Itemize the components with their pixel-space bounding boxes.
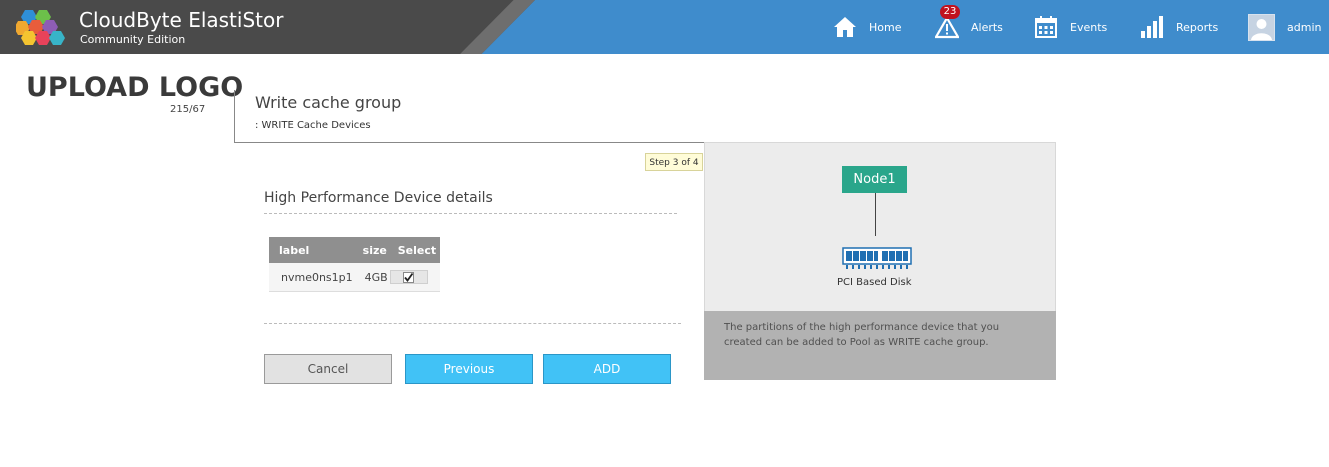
alerts-count-badge: 23 xyxy=(940,5,960,19)
bar-chart-icon xyxy=(1141,16,1163,38)
app-edition: Community Edition xyxy=(80,33,186,46)
nav-user[interactable]: admin xyxy=(1248,0,1321,54)
table-row: nvme0ns1p1 4GB xyxy=(269,263,440,292)
section-divider-bottom xyxy=(264,323,681,324)
nav-home[interactable]: Home xyxy=(833,0,901,54)
device-table: label size Select nvme0ns1p1 4GB xyxy=(269,237,440,292)
avatar-icon xyxy=(1248,13,1275,41)
upload-logo-link[interactable]: UPLOAD LOGO xyxy=(26,72,243,103)
column-header-label: label xyxy=(269,237,353,263)
add-button[interactable]: ADD xyxy=(543,354,671,384)
info-text: The partitions of the high performance d… xyxy=(724,322,1000,348)
nav-user-label: admin xyxy=(1287,20,1322,34)
column-header-select: Select xyxy=(387,237,440,263)
disk-label: PCI Based Disk xyxy=(837,277,912,288)
pci-disk-icon xyxy=(842,247,912,269)
wizard-subtitle: : WRITE Cache Devices xyxy=(255,120,371,131)
wizard-title: Write cache group xyxy=(255,93,402,112)
calendar-icon xyxy=(1035,16,1057,38)
app-title: CloudByte ElastiStor xyxy=(79,8,284,32)
step-indicator: Step 3 of 4 xyxy=(645,153,703,171)
top-bar: CloudByte ElastiStor Community Edition H… xyxy=(0,0,1329,54)
nav-alerts-label: Alerts xyxy=(971,20,1003,34)
checkbox-box xyxy=(403,271,415,283)
column-header-size: size xyxy=(352,237,388,263)
nav-events[interactable]: Events xyxy=(1034,0,1107,54)
node-connector-line xyxy=(875,193,876,236)
section-divider-top xyxy=(264,213,677,214)
device-select-cell xyxy=(387,263,440,292)
cloudbyte-logo-icon xyxy=(16,10,65,45)
device-size-cell: 4GB xyxy=(352,263,388,292)
nav-reports-label: Reports xyxy=(1176,20,1219,34)
nav-reports[interactable]: Reports xyxy=(1140,0,1218,54)
cancel-button[interactable]: Cancel xyxy=(264,354,392,384)
nav-events-label: Events xyxy=(1070,20,1108,34)
device-label-cell: nvme0ns1p1 xyxy=(269,263,353,292)
previous-button[interactable]: Previous xyxy=(405,354,533,384)
upload-logo-count: 215/67 xyxy=(170,104,206,115)
device-select-checkbox[interactable] xyxy=(389,270,428,284)
nav-home-label: Home xyxy=(869,20,902,34)
node-box: Node1 xyxy=(842,166,907,193)
checkmark-icon xyxy=(404,272,414,282)
home-icon xyxy=(834,17,856,37)
table-header-row: label size Select xyxy=(269,237,440,263)
section-title: High Performance Device details xyxy=(264,190,493,206)
